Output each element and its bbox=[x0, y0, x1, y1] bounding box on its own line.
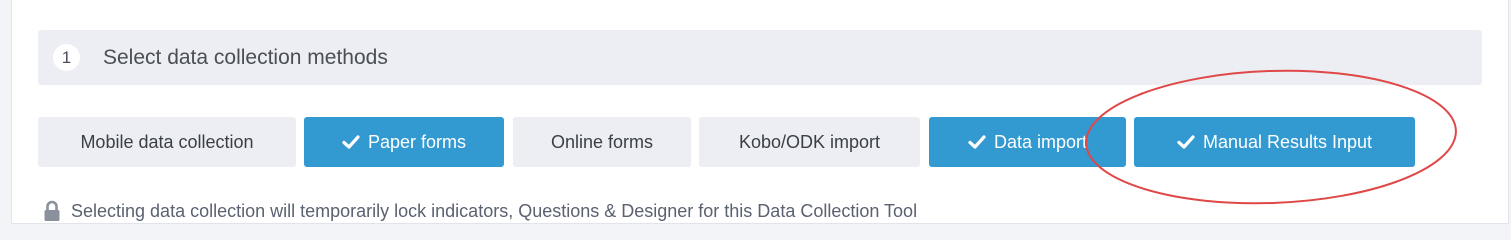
check-icon bbox=[968, 135, 986, 149]
method-paper-forms-button[interactable]: Paper forms bbox=[304, 117, 504, 167]
method-manual-results-input-button[interactable]: Manual Results Input bbox=[1134, 117, 1415, 167]
lock-icon bbox=[44, 200, 60, 221]
method-online-forms-button[interactable]: Online forms bbox=[513, 117, 691, 167]
method-label: Data import bbox=[993, 131, 1088, 152]
step-number-badge: 1 bbox=[53, 44, 80, 71]
check-icon bbox=[342, 135, 360, 149]
method-label: Manual Results Input bbox=[1202, 131, 1373, 152]
lock-notice: Selecting data collection will temporari… bbox=[43, 200, 917, 222]
method-label: Mobile data collection bbox=[80, 131, 254, 152]
step-title: Select data collection methods bbox=[103, 45, 388, 69]
method-label: Paper forms bbox=[367, 131, 467, 152]
check-icon bbox=[1177, 135, 1195, 149]
method-kobo-odk-import-button[interactable]: Kobo/ODK import bbox=[699, 117, 920, 167]
method-data-import-button[interactable]: Data import bbox=[929, 117, 1126, 167]
method-label: Kobo/ODK import bbox=[738, 131, 881, 152]
step-header: 1 Select data collection methods bbox=[38, 30, 1482, 85]
method-label: Online forms bbox=[550, 131, 654, 152]
data-collection-panel: 1 Select data collection methods Mobile … bbox=[11, 0, 1509, 224]
lock-notice-text: Selecting data collection will temporari… bbox=[71, 200, 918, 221]
method-mobile-data-collection-button[interactable]: Mobile data collection bbox=[38, 117, 296, 167]
